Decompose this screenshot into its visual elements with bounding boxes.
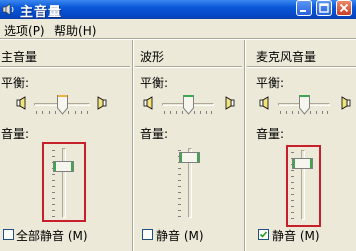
speaker-left-icon (16, 96, 27, 110)
speaker-right-icon (96, 96, 107, 110)
mute-microphone-checkbox[interactable] (258, 229, 269, 240)
minimize-button[interactable] (296, 0, 312, 16)
window-title: 主音量 (20, 5, 63, 20)
menu-bar: 选项(P) 帮助(H) (0, 19, 356, 38)
volume-control-window: 主音量 选项(P) 帮助(H) 主音量 平衡: 音量: 全部静音 (M) 波形 … (0, 0, 356, 251)
column-title-microphone: 麦克风音量 (256, 50, 317, 64)
volume-thumb[interactable] (292, 158, 313, 169)
maximize-button[interactable] (316, 0, 332, 16)
column-title-wave: 波形 (140, 50, 165, 64)
mute-all-label: 全部静音 (M) (16, 229, 88, 243)
speaker-left-icon (259, 96, 270, 110)
mute-all-checkbox[interactable] (3, 229, 14, 240)
balance-label: 平衡: (1, 76, 30, 90)
speaker-right-icon (340, 96, 351, 110)
speaker-right-icon (224, 96, 235, 110)
menu-options[interactable]: 选项(P) (4, 22, 45, 39)
volume-label: 音量: (140, 127, 169, 141)
mute-wave-checkbox[interactable] (142, 229, 153, 240)
column-title-master: 主音量 (1, 50, 38, 64)
speaker-left-icon (143, 96, 154, 110)
volume-icon (2, 3, 16, 16)
mute-microphone-label: 静音 (M) (272, 229, 320, 243)
balance-thumb[interactable] (299, 95, 310, 115)
volume-thumb[interactable] (179, 152, 200, 163)
balance-thumb[interactable] (183, 95, 194, 115)
close-button[interactable] (336, 0, 352, 16)
mute-wave-label: 静音 (M) (156, 229, 204, 243)
volume-label: 音量: (1, 127, 30, 141)
balance-label: 平衡: (256, 76, 285, 90)
balance-thumb[interactable] (57, 95, 68, 115)
title-bar[interactable]: 主音量 (0, 0, 356, 20)
balance-label: 平衡: (140, 76, 169, 90)
volume-label: 音量: (256, 127, 285, 141)
menu-help[interactable]: 帮助(H) (54, 22, 96, 39)
volume-thumb[interactable] (53, 161, 74, 172)
